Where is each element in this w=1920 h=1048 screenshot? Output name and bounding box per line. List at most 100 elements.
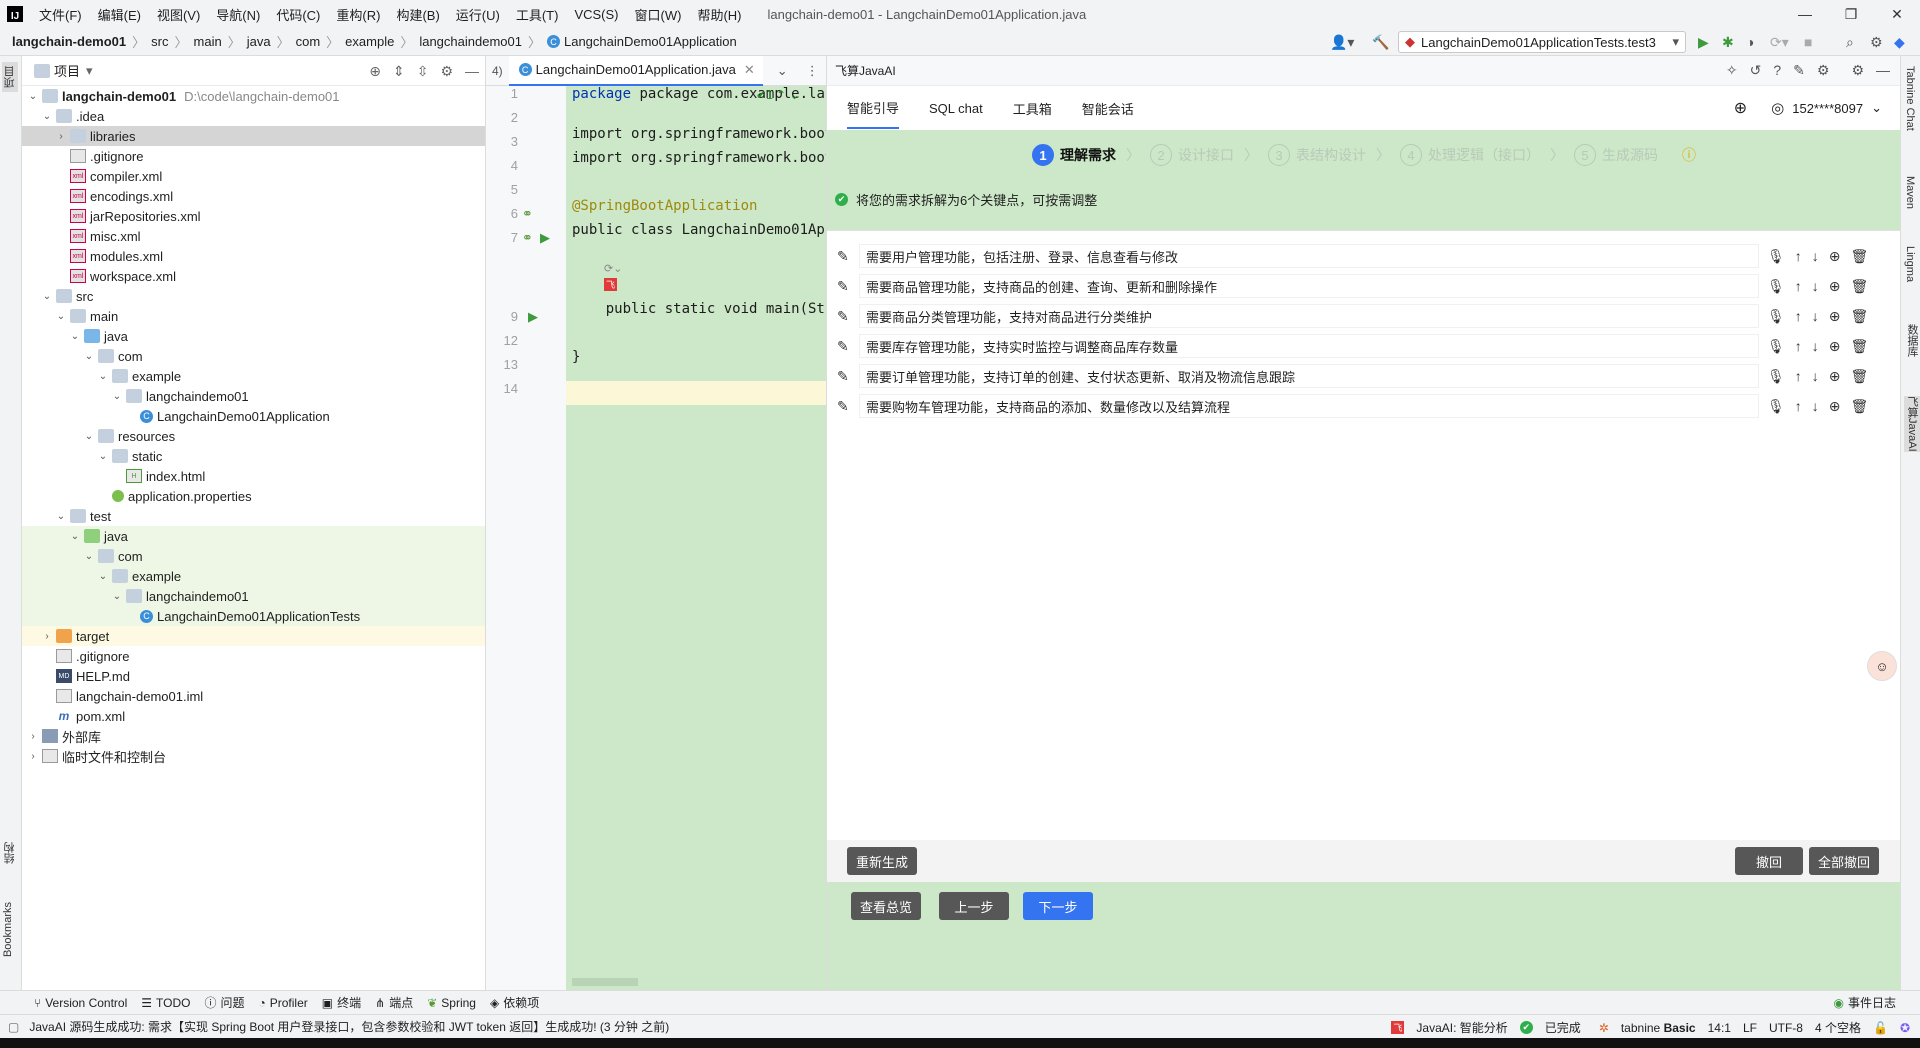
tabnine-status[interactable]: tabnine Basic: [1621, 1021, 1696, 1035]
tree-item[interactable]: MD HELP.md: [22, 666, 485, 686]
spring-bean-gutter-icon[interactable]: ⚭: [522, 230, 533, 246]
file-encoding[interactable]: UTF-8: [1769, 1021, 1803, 1035]
lock-icon[interactable]: 🔓: [1873, 1021, 1888, 1035]
tree-item[interactable]: xml jarRepositories.xml: [22, 206, 485, 226]
edit-icon[interactable]: ✎: [837, 338, 859, 355]
chevron-down-icon[interactable]: ⌄: [110, 391, 124, 402]
requirement-input[interactable]: 需要订单管理功能，支持订单的创建、支付状态更新、取消及物流信息跟踪: [859, 364, 1759, 388]
arrow-up-icon[interactable]: ↑: [1795, 248, 1802, 265]
copilot-icon[interactable]: ✪: [1900, 1021, 1910, 1035]
tree-item[interactable]: ⌄ resources: [22, 426, 485, 446]
breadcrumb-project[interactable]: langchain-demo01: [12, 34, 126, 49]
gear-icon[interactable]: ⚙: [440, 63, 453, 80]
tree-item[interactable]: › libraries: [22, 126, 485, 146]
requirement-input[interactable]: 需要商品分类管理功能，支持对商品进行分类维护: [859, 304, 1759, 328]
ai-assist-icon[interactable]: ✧: [1726, 62, 1738, 79]
chevron-down-icon[interactable]: ⌄: [40, 291, 54, 302]
history-icon[interactable]: ↺: [1750, 62, 1762, 79]
overview-button[interactable]: 查看总览: [851, 892, 921, 920]
chevron-down-icon[interactable]: ⌄: [82, 351, 96, 362]
terminal-button[interactable]: ▣ 终端: [322, 994, 361, 1011]
add-circle-icon[interactable]: ⊕: [1829, 338, 1841, 355]
expand-all-icon[interactable]: ⇕: [393, 63, 405, 80]
tree-item[interactable]: ⌄ example: [22, 566, 485, 586]
microphone-icon[interactable]: 🎙: [1767, 398, 1785, 415]
arrow-up-icon[interactable]: ↑: [1795, 308, 1802, 325]
breadcrumb-main[interactable]: main: [194, 34, 222, 49]
chevron-down-icon[interactable]: ⌄: [40, 111, 54, 122]
tab-smart-chat[interactable]: 智能会话: [1082, 89, 1134, 128]
version-control-button[interactable]: ⑂ Version Control: [34, 996, 127, 1010]
add-circle-icon[interactable]: ⊕: [1829, 278, 1841, 295]
tree-item[interactable]: ⌄ static: [22, 446, 485, 466]
breadcrumb-package[interactable]: langchaindemo01: [419, 34, 522, 49]
step-logic[interactable]: 4 处理逻辑（接口）: [1400, 144, 1540, 166]
menu-window[interactable]: 窗口(W): [627, 5, 690, 24]
restore-icon[interactable]: ❐: [1828, 0, 1874, 28]
editor-tab-active[interactable]: C LangchainDemo01Application.java ✕: [508, 55, 763, 86]
tree-item[interactable]: ⌄ com: [22, 546, 485, 566]
run-configuration-select[interactable]: ◆ LangchainDemo01ApplicationTests.test3 …: [1398, 31, 1686, 53]
requirement-input[interactable]: 需要库存管理功能，支持实时监控与调整商品库存数量: [859, 334, 1759, 358]
gear-icon[interactable]: ⚙: [1851, 62, 1864, 79]
build-hammer-icon[interactable]: 🔨: [1372, 34, 1389, 51]
chevron-right-icon[interactable]: ›: [26, 751, 40, 762]
tree-item[interactable]: ⌄ langchaindemo01: [22, 386, 485, 406]
add-circle-icon[interactable]: ⊕: [1829, 248, 1841, 265]
dependencies-button[interactable]: ◈ 依赖项: [490, 994, 539, 1011]
microphone-icon[interactable]: 🎙: [1767, 248, 1785, 265]
search-icon[interactable]: ⌕: [1846, 34, 1854, 51]
tree-item[interactable]: ⌄ langchaindemo01: [22, 586, 485, 606]
microphone-icon[interactable]: 🎙: [1767, 368, 1785, 385]
help-icon[interactable]: ?: [1773, 62, 1781, 79]
chevron-down-icon[interactable]: ⌄: [68, 331, 82, 342]
edit-icon[interactable]: ✎: [837, 278, 859, 295]
trash-icon[interactable]: 🗑: [1851, 308, 1869, 325]
microphone-icon[interactable]: 🎙: [1767, 308, 1785, 325]
microphone-icon[interactable]: 🎙: [1767, 278, 1785, 295]
event-log-button[interactable]: ◉ 事件日志: [1834, 994, 1897, 1011]
chevron-right-icon[interactable]: ›: [26, 731, 40, 742]
more-options-icon[interactable]: ⋮: [806, 63, 819, 79]
previous-step-button[interactable]: 上一步: [939, 892, 1009, 920]
chevron-down-icon[interactable]: ⌄: [68, 531, 82, 542]
menu-file[interactable]: 文件(F): [31, 5, 90, 24]
collapse-all-icon[interactable]: ⇳: [417, 63, 429, 80]
breadcrumb-com[interactable]: com: [296, 34, 321, 49]
tabnine-chat-tab[interactable]: Tabnine Chat: [1904, 66, 1916, 131]
tree-item[interactable]: ⌄ langchain-demo01 D:\code\langchain-demo0…: [22, 86, 485, 106]
tree-item[interactable]: xml encodings.xml: [22, 186, 485, 206]
assistant-avatar[interactable]: ☺: [1867, 651, 1897, 681]
stop-icon[interactable]: ■: [1804, 34, 1812, 50]
user-icon[interactable]: 👤▾: [1330, 34, 1354, 51]
chevron-down-icon[interactable]: ⌄: [82, 431, 96, 442]
chevron-down-icon[interactable]: ⌄: [1871, 100, 1882, 116]
tree-item[interactable]: m pom.xml: [22, 706, 485, 726]
tree-item[interactable]: ⌄ java: [22, 526, 485, 546]
add-circle-icon[interactable]: ⊕: [1829, 398, 1841, 415]
tab-smart-guide[interactable]: 智能引导: [847, 88, 900, 129]
tree-item[interactable]: xml modules.xml: [22, 246, 485, 266]
run-gutter-icon[interactable]: ▶: [528, 309, 538, 325]
chevron-down-icon[interactable]: ⌄: [54, 311, 68, 322]
tree-item[interactable]: xml compiler.xml: [22, 166, 485, 186]
close-window-icon[interactable]: ✕: [1874, 0, 1920, 28]
problems-button[interactable]: ⓘ 问题: [204, 994, 244, 1011]
edit-icon[interactable]: ✎: [837, 248, 859, 265]
arrow-up-icon[interactable]: ↑: [1795, 338, 1802, 355]
run-gutter-icon[interactable]: ▶: [540, 230, 550, 246]
chevron-down-icon[interactable]: ⌄: [96, 571, 110, 582]
menu-refactor[interactable]: 重构(R): [328, 5, 388, 24]
bookmarks-tool-tab[interactable]: Bookmarks: [2, 902, 14, 957]
tree-item[interactable]: ⌄ example: [22, 366, 485, 386]
chevron-down-icon[interactable]: ⌄: [54, 511, 68, 522]
ide-update-icon[interactable]: ◆: [1894, 34, 1905, 51]
project-tool-tab[interactable]: 项目: [2, 62, 18, 92]
ai-inlay-icon[interactable]: ⟳⌄: [604, 262, 622, 275]
breadcrumb-java[interactable]: java: [247, 34, 271, 49]
line-separator[interactable]: LF: [1743, 1021, 1757, 1035]
chevron-down-icon[interactable]: ⌄: [26, 91, 40, 102]
chevron-down-icon[interactable]: ⌄: [82, 551, 96, 562]
arrow-down-icon[interactable]: ↓: [1812, 248, 1819, 265]
trash-icon[interactable]: 🗑: [1851, 248, 1869, 265]
